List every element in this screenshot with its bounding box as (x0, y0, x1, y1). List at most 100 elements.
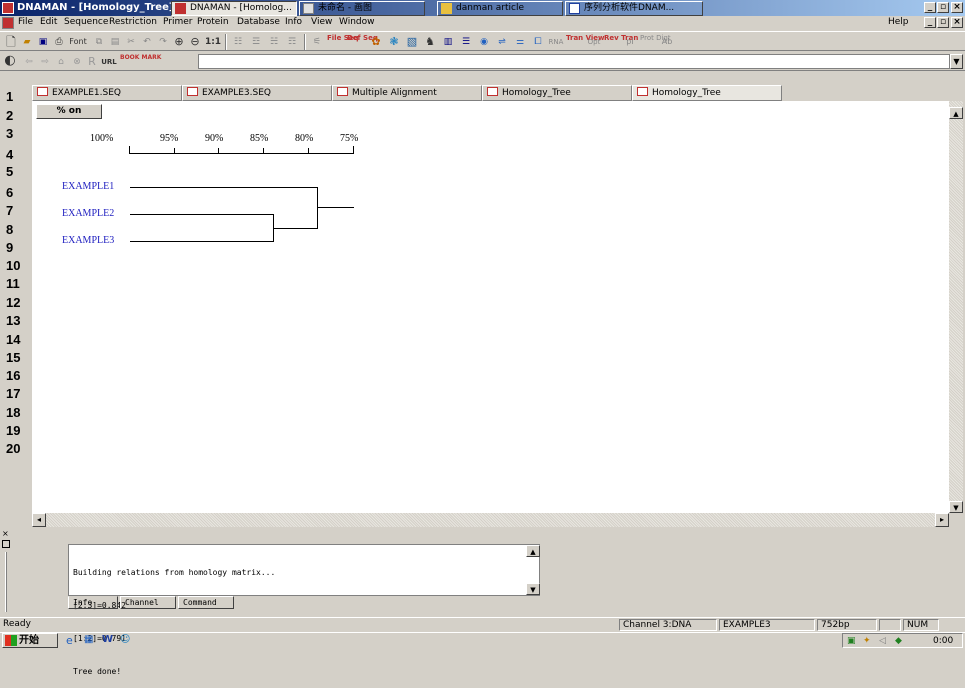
dnaman-app-icon[interactable] (2, 2, 14, 14)
zoom-actual-button[interactable]: 1:1 (204, 34, 222, 50)
restriction-icon[interactable]: ⚟ (310, 34, 324, 50)
primer-icon[interactable]: ❃ (386, 34, 402, 50)
tree-leaf-label[interactable]: EXAMPLE2 (62, 208, 114, 219)
task-dnaman[interactable]: DNAMAN - [Homolog... (171, 1, 297, 16)
zoom-in-icon[interactable]: ⊕ (172, 34, 186, 50)
tab-example3-seq[interactable]: EXAMPLE3.SEQ (182, 85, 332, 101)
minimize-button[interactable]: _ (924, 2, 936, 13)
stop-icon[interactable]: ⊗ (70, 54, 84, 70)
task-folder[interactable]: danman article (437, 1, 563, 16)
orf-icon[interactable]: ✿ (368, 34, 384, 50)
scroll-up-button[interactable]: ▲ (949, 107, 963, 119)
opt-button[interactable]: Opt (587, 34, 601, 50)
zoom-out-icon[interactable]: ⊖ (188, 34, 202, 50)
map-icon[interactable]: ▧ (404, 34, 420, 50)
menu-view[interactable]: View (311, 17, 332, 27)
word-icon[interactable]: W (102, 634, 116, 647)
rev-tran-button[interactable]: Rev Tran (604, 34, 638, 50)
export-icon[interactable]: ⧠ (530, 34, 546, 50)
task-document[interactable]: 序列分析软件DNAM... (565, 1, 703, 16)
tree-canvas[interactable] (32, 101, 949, 513)
dotplot-icon[interactable]: ☵ (266, 34, 282, 50)
copy-icon[interactable]: ⧉ (92, 34, 106, 50)
tab-info[interactable]: Info (68, 596, 118, 609)
tab-command[interactable]: Command (178, 596, 234, 609)
output-scroll-down-button[interactable]: ▼ (526, 583, 540, 595)
refresh-icon[interactable]: R (86, 54, 98, 70)
task-paint[interactable]: 未命名 - 画图 (299, 1, 425, 16)
align-icon[interactable]: ☷ (230, 34, 246, 50)
url-dropdown-button[interactable]: ▼ (950, 54, 963, 69)
search-icon[interactable]: ♞ (422, 34, 438, 50)
tree-leaf-label[interactable]: EXAMPLE1 (62, 181, 114, 192)
save-icon[interactable]: ▣ (36, 34, 50, 50)
tray-app-icon[interactable]: ✦ (863, 635, 871, 648)
start-button[interactable]: 开始 (2, 633, 58, 648)
network-icon[interactable]: ▣ (847, 635, 856, 648)
tran-view-button[interactable]: Tran View (566, 34, 605, 50)
def-seq-button[interactable]: Def Seq (347, 34, 378, 50)
tab-homology-tree-1[interactable]: Homology_Tree (482, 85, 632, 101)
rna-button[interactable]: RNA (548, 34, 564, 50)
tab-homology-tree-2[interactable]: Homology_Tree (632, 85, 782, 101)
linear-map-icon[interactable]: ⇌ (494, 34, 510, 50)
home-icon[interactable]: ⌂ (54, 54, 68, 70)
ie-icon[interactable]: e (66, 634, 80, 647)
translate-icon[interactable]: ▥ (440, 34, 456, 50)
tab-example1-seq[interactable]: EXAMPLE1.SEQ (32, 85, 182, 101)
matrix-icon[interactable]: ☲ (248, 34, 264, 50)
cut-icon[interactable]: ✂ (124, 34, 138, 50)
scroll-down-button[interactable]: ▼ (949, 501, 963, 513)
vertical-scrollbar[interactable]: ▲ ▼ (949, 101, 963, 513)
menu-protein[interactable]: Protein (197, 17, 229, 27)
undo-icon[interactable]: ↶ (140, 34, 154, 50)
back-arrow-icon[interactable]: ⇦ (22, 54, 36, 70)
menu-file[interactable]: File (18, 17, 33, 27)
prot-digt-button[interactable]: Prot Digt (640, 34, 671, 50)
volume-icon[interactable]: ◁ (879, 635, 886, 648)
document-icon[interactable] (2, 17, 14, 29)
mdi-restore-button[interactable]: ▫ (937, 17, 949, 28)
tree-icon[interactable]: ☶ (284, 34, 300, 50)
globe-icon[interactable]: ◐ (2, 53, 18, 69)
percent-toggle-button[interactable]: % on (36, 104, 102, 119)
menu-info[interactable]: Info (285, 17, 302, 27)
open-folder-icon[interactable]: ▰ (20, 34, 34, 50)
tree-leaf-label[interactable]: EXAMPLE3 (62, 235, 114, 246)
mdi-minimize-button[interactable]: _ (924, 17, 936, 28)
circle-map-icon[interactable]: ◉ (476, 34, 492, 50)
tray-shield-icon[interactable]: ◆ (895, 635, 902, 648)
tab-multiple-alignment[interactable]: Multiple Alignment (332, 85, 482, 101)
ab-button[interactable]: Ab (660, 34, 674, 50)
list-icon[interactable]: ☰ (458, 34, 474, 50)
output-scroll-up-button[interactable]: ▲ (526, 545, 540, 557)
tab-channel[interactable]: Channel (120, 596, 176, 609)
table-icon[interactable]: ⚌ (512, 34, 528, 50)
close-icon[interactable]: × (2, 530, 9, 538)
float-icon[interactable] (2, 540, 10, 548)
scroll-left-button[interactable]: ◂ (32, 513, 46, 527)
messenger-icon[interactable]: ☺ (120, 634, 134, 647)
url-input[interactable] (198, 54, 950, 69)
menu-primer[interactable]: Primer (163, 17, 192, 27)
menu-edit[interactable]: Edit (40, 17, 57, 27)
menu-help[interactable]: Help (888, 17, 909, 27)
grip-bar[interactable] (5, 552, 7, 612)
menu-database[interactable]: Database (237, 17, 280, 27)
close-button[interactable]: × (951, 2, 963, 13)
redo-icon[interactable]: ↷ (156, 34, 170, 50)
new-file-icon[interactable]: 🗋 (4, 34, 18, 50)
menu-restriction[interactable]: Restriction (109, 17, 157, 27)
mdi-close-button[interactable]: × (951, 17, 963, 28)
restore-button[interactable]: ▫ (937, 2, 949, 13)
forward-arrow-icon[interactable]: ⇨ (38, 54, 52, 70)
menu-sequence[interactable]: Sequence (64, 17, 108, 27)
output-pane-grip[interactable]: × (2, 530, 16, 612)
output-text-area[interactable]: Building relations from homology matrix.… (68, 544, 540, 676)
pi-button[interactable]: pI (624, 34, 636, 50)
horizontal-scrollbar[interactable]: ◂ ▸ (32, 513, 949, 527)
scroll-right-button[interactable]: ▸ (935, 513, 949, 527)
print-icon[interactable]: ⎙ (52, 34, 66, 50)
menu-window[interactable]: Window (339, 17, 375, 27)
bookmark-button[interactable]: BOOK MARK (120, 54, 161, 70)
